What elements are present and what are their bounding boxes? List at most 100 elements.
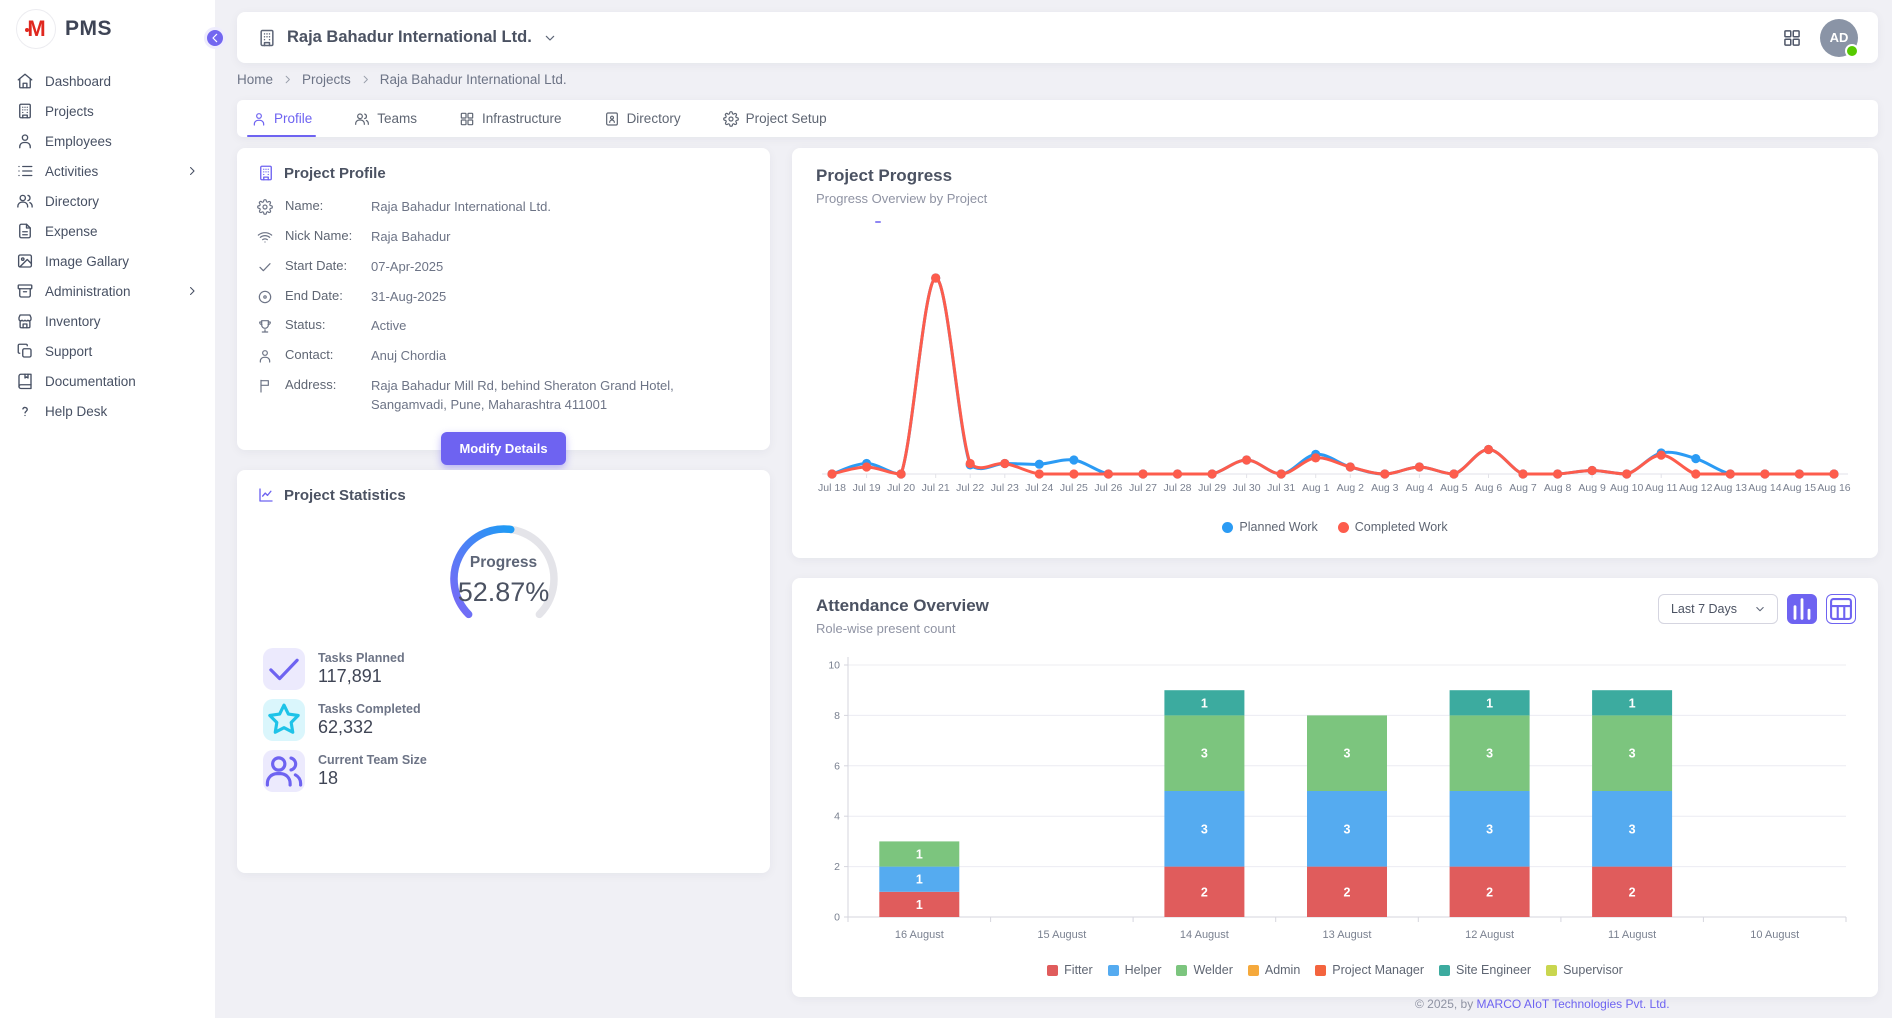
legend-label: Project Manager — [1332, 963, 1424, 977]
svg-text:16 August: 16 August — [895, 929, 944, 941]
svg-text:3: 3 — [1201, 822, 1208, 836]
tab-icon — [604, 111, 620, 127]
footer: © 2025, by MARCO AIoT Technologies Pvt. … — [1415, 997, 1670, 1011]
svg-text:6: 6 — [834, 760, 840, 772]
tab-project-setup[interactable]: Project Setup — [723, 100, 827, 137]
chevron-down-icon[interactable] — [542, 30, 558, 46]
time-range-buttons — [792, 206, 1878, 223]
svg-text:Jul 24: Jul 24 — [1025, 482, 1053, 494]
field-label: Address: — [285, 377, 371, 392]
Helper[interactable]: Helper — [1108, 963, 1162, 977]
project-progress-card: Project Progress Progress Overview by Pr… — [792, 148, 1878, 558]
date-range-value: Last 7 Days — [1671, 602, 1737, 616]
sidebar-item-documentation[interactable]: Documentation — [0, 366, 215, 396]
sidebar-item-label: Inventory — [45, 314, 101, 329]
svg-text:3: 3 — [1629, 747, 1636, 761]
project-profile-card: Project Profile Name: Raja Bahadur Inter… — [237, 148, 770, 450]
company-selector-label[interactable]: Raja Bahadur International Ltd. — [287, 28, 532, 47]
chevron-right-icon — [185, 164, 199, 178]
apps-grid-icon[interactable] — [1782, 28, 1802, 48]
sidebar-item-expense[interactable]: Expense — [0, 216, 215, 246]
field-icon — [257, 259, 273, 275]
svg-text:1: 1 — [916, 898, 923, 912]
sidebar-item-label: Activities — [45, 164, 98, 179]
field-icon — [257, 199, 273, 215]
field-value: 07-Apr-2025 — [371, 258, 750, 277]
sidebar-item-employees[interactable]: Employees — [0, 126, 215, 156]
svg-text:Aug 13: Aug 13 — [1714, 482, 1747, 494]
sidebar-item-help-desk[interactable]: Help Desk — [0, 396, 215, 426]
statistic-icon — [263, 750, 305, 792]
date-range-select[interactable]: Last 7 Days — [1658, 594, 1778, 624]
sidebar-item-support[interactable]: Support — [0, 336, 215, 366]
field-icon — [257, 378, 273, 394]
breadcrumb-link[interactable]: Home — [237, 72, 273, 87]
table-view-button[interactable] — [1826, 594, 1856, 624]
tab-label: Project Setup — [746, 111, 827, 126]
field-label: Status: — [285, 317, 371, 332]
field-label: Nick Name: — [285, 228, 371, 243]
svg-text:13 August: 13 August — [1323, 929, 1372, 941]
legend-swatch — [1047, 965, 1058, 976]
sidebar-item-activities[interactable]: Activities — [0, 156, 215, 186]
Completed Work[interactable]: Completed Work — [1338, 520, 1448, 534]
sidebar-item-label: Help Desk — [45, 404, 107, 419]
chevron-right-icon — [281, 73, 294, 86]
breadcrumb-link[interactable]: Projects — [302, 72, 351, 87]
Welder[interactable]: Welder — [1176, 963, 1232, 977]
sidebar-item-inventory[interactable]: Inventory — [0, 306, 215, 336]
sidebar-item-label: Documentation — [45, 374, 136, 389]
breadcrumb-item-raja-bahadur-international-ltd: Raja Bahadur International Ltd. — [380, 72, 567, 87]
sidebar-item-label: Projects — [45, 104, 94, 119]
sidebar-item-directory[interactable]: Directory — [0, 186, 215, 216]
tab-infrastructure[interactable]: Infrastructure — [459, 100, 562, 137]
tab-teams[interactable]: Teams — [354, 100, 417, 137]
legend-label: Completed Work — [1355, 520, 1448, 534]
svg-text:Aug 4: Aug 4 — [1406, 482, 1434, 494]
svg-text:1: 1 — [916, 873, 923, 887]
sidebar-item-icon — [16, 162, 34, 180]
svg-text:3: 3 — [1629, 822, 1636, 836]
avatar[interactable]: AD — [1820, 19, 1858, 57]
legend-swatch — [1315, 965, 1326, 976]
breadcrumb-link[interactable]: Raja Bahadur International Ltd. — [380, 72, 567, 87]
legend-dot — [1222, 522, 1233, 533]
tab-profile[interactable]: Profile — [251, 100, 312, 137]
statistic-value: 62,332 — [318, 717, 421, 738]
svg-text:Jul 18: Jul 18 — [818, 482, 846, 494]
statistic-value: 18 — [318, 768, 427, 789]
sidebar-item-icon — [16, 192, 34, 210]
svg-text:Aug 11: Aug 11 — [1645, 482, 1678, 494]
Fitter[interactable]: Fitter — [1047, 963, 1092, 977]
sidebar-item-dashboard[interactable]: Dashboard — [0, 66, 215, 96]
sidebar-item-image-gallary[interactable]: Image Gallary — [0, 246, 215, 276]
sidebar-item-administration[interactable]: Administration — [0, 276, 215, 306]
bar-chart-view-button[interactable] — [1787, 594, 1817, 624]
field-label: Start Date: — [285, 258, 371, 273]
Admin[interactable]: Admin — [1248, 963, 1300, 977]
legend-swatch — [1439, 965, 1450, 976]
sidebar-collapse-button[interactable] — [204, 27, 226, 49]
project-statistics-card: Project Statistics Progress 52.87% Tasks… — [237, 470, 770, 873]
project-statistics-title: Project Statistics — [284, 487, 406, 504]
sidebar-item-projects[interactable]: Projects — [0, 96, 215, 126]
Project Manager[interactable]: Project Manager — [1315, 963, 1424, 977]
Site Engineer[interactable]: Site Engineer — [1439, 963, 1531, 977]
app-logo[interactable]: M PMS — [0, 0, 215, 58]
svg-text:Aug 6: Aug 6 — [1475, 482, 1503, 494]
tab-directory[interactable]: Directory — [604, 100, 681, 137]
Supervisor[interactable]: Supervisor — [1546, 963, 1623, 977]
statistic-row-tasks-planned: Tasks Planned 117,891 — [263, 648, 744, 690]
sidebar-item-label: Expense — [45, 224, 98, 239]
svg-text:3: 3 — [1486, 822, 1493, 836]
modify-details-button[interactable]: Modify Details — [441, 432, 565, 465]
project-profile-title: Project Profile — [284, 165, 386, 182]
footer-company-link[interactable]: MARCO AIoT Technologies Pvt. Ltd. — [1477, 997, 1670, 1011]
Planned Work[interactable]: Planned Work — [1222, 520, 1317, 534]
svg-text:3: 3 — [1344, 822, 1351, 836]
statistic-label: Tasks Completed — [318, 702, 421, 716]
sidebar-item-icon — [16, 132, 34, 150]
field-label: Contact: — [285, 347, 371, 362]
attendance-overview-card: Attendance Overview Role-wise present co… — [792, 578, 1878, 997]
svg-text:1: 1 — [1629, 696, 1636, 710]
